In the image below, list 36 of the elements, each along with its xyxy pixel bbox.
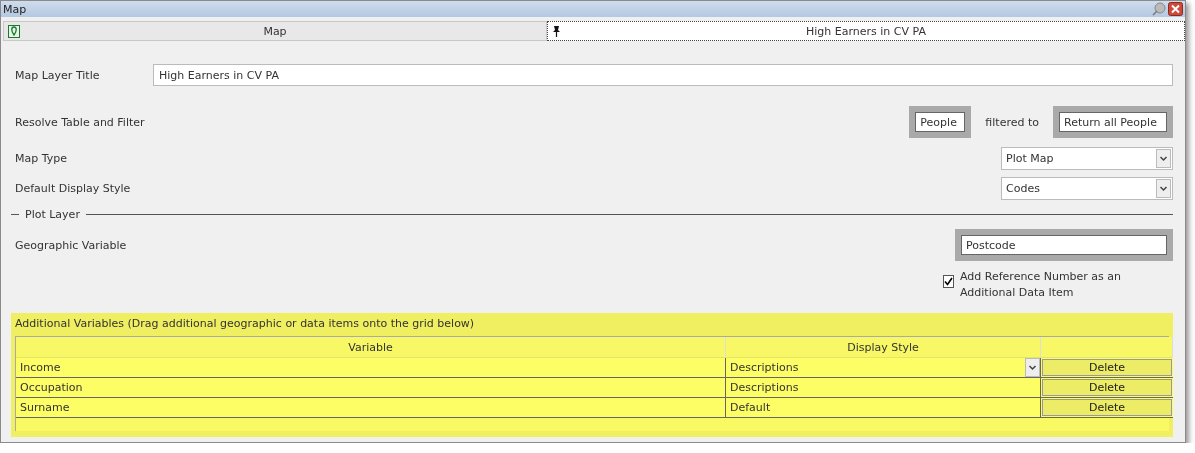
map-icon [8,25,20,38]
window-title: Map [3,2,27,16]
delete-button[interactable]: Delete [1042,379,1172,396]
field-label: Default Display Style [15,181,131,195]
title-input[interactable]: High Earners in CV PA [153,64,1173,86]
section-title: Plot Layer [25,207,80,221]
filter-field[interactable]: Return all People [1053,106,1173,138]
map-type-dropdown[interactable]: Plot Map [1001,146,1173,170]
table-cell: Income [16,358,726,378]
column-header: Variable [16,337,726,358]
geographic-field[interactable]: Postcode [955,229,1173,261]
table-cell[interactable]: Descriptions [726,358,1041,378]
table-cell: Occupation [16,378,726,398]
field-label: Resolve Table and Filter [15,115,145,129]
caret-icon[interactable] [1156,178,1171,198]
table-cell[interactable]: Descriptions [726,378,1041,398]
delete-button[interactable]: Delete [1042,359,1172,376]
table-field[interactable]: People [909,106,972,138]
checkbox-label: Add Reference Number as an Additional Data Item [960,269,1123,301]
table-cell: Surname [16,398,726,418]
column-header: Display Style [726,337,1041,358]
field-label: Geographic Variable [15,238,127,252]
caret-icon[interactable] [1156,148,1171,168]
close-icon[interactable] [1168,2,1183,16]
filter-label: filtered to [985,115,1039,129]
caret-icon[interactable] [1025,358,1040,377]
display-style-dropdown[interactable]: Codes [1001,176,1173,200]
checkbox[interactable] [943,275,954,288]
field-label: Map Type [15,151,67,165]
tab[interactable]: Map [3,21,547,41]
pushpin-icon [552,25,561,38]
field-label: Map Layer Title [15,68,100,82]
table-cell[interactable]: Default [726,398,1041,418]
delete-button[interactable]: Delete [1042,399,1172,416]
panel-title: Additional Variables (Drag additional geographic or data items onto the grid below) [15,317,476,331]
tab[interactable]: High Earners in CV PA [547,21,1185,41]
